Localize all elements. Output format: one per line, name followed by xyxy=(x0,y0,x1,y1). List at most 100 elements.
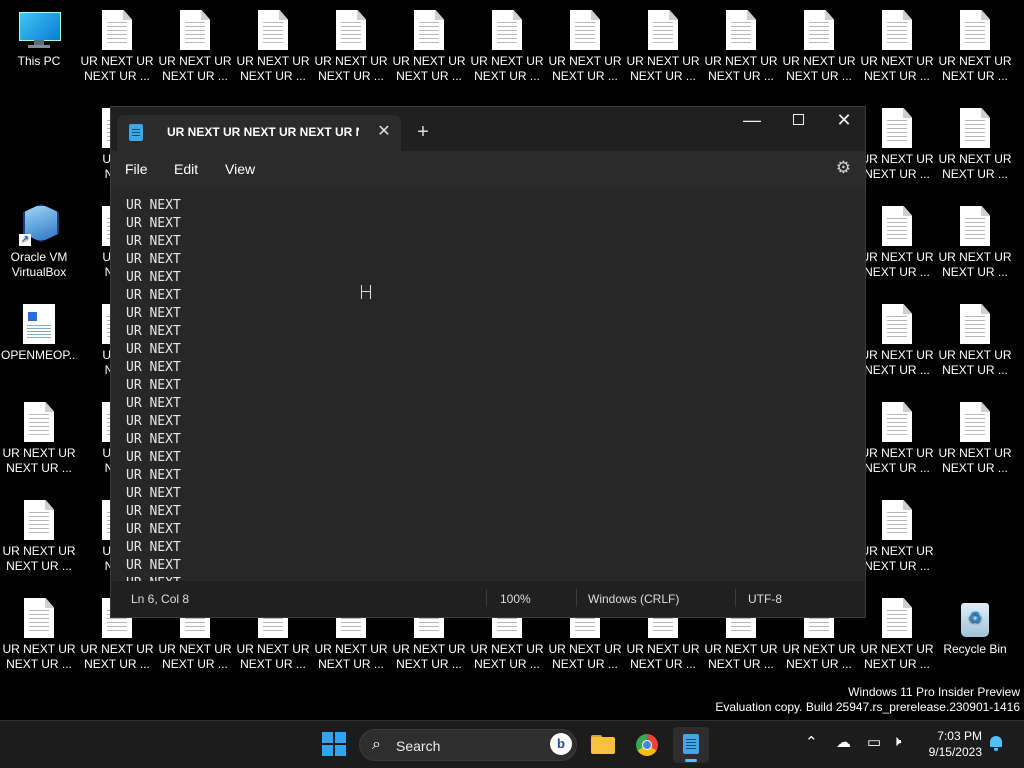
volume-muted-icon[interactable]: 🕨 xyxy=(892,733,901,750)
text-file-shortcut[interactable]: UR NEXT UR NEXT UR ... xyxy=(937,196,1013,288)
title-bar[interactable]: UR NEXT UR NEXT UR NEXT UR NE ✕ + — ✕ xyxy=(111,107,865,151)
desktop-icon-label: UR NEXT UR NEXT UR ... xyxy=(860,54,934,83)
text-line: UR NEXT xyxy=(126,288,181,303)
text-line: UR NEXT xyxy=(126,504,181,519)
text-file-shortcut[interactable]: UR NEXT UR NEXT UR ... xyxy=(859,294,935,386)
bing-icon[interactable]: b xyxy=(550,733,572,755)
text-file-icon xyxy=(882,402,912,442)
text-file-icon xyxy=(960,108,990,148)
text-file-shortcut[interactable]: UR NEXT UR NEXT UR ... xyxy=(547,0,623,92)
text-file-icon xyxy=(492,10,522,50)
text-file-icon xyxy=(960,206,990,246)
text-file-icon xyxy=(648,10,678,50)
desktop-icon-label: UR NEXT UR NEXT UR ... xyxy=(704,642,778,671)
text-file-shortcut[interactable]: UR NEXT UR NEXT UR ... xyxy=(625,0,701,92)
desktop-icon-label: UR NEXT UR NEXT UR ... xyxy=(938,348,1012,377)
text-file-shortcut[interactable]: UR NEXT UR NEXT UR ... xyxy=(469,0,545,92)
maximize-button[interactable] xyxy=(775,107,821,133)
desktop-icon-label: UR NEXT UR NEXT UR ... xyxy=(626,54,700,83)
new-tab-button[interactable]: + xyxy=(411,120,435,144)
text-file-shortcut[interactable]: UR NEXT UR NEXT UR ... xyxy=(859,196,935,288)
text-line: UR NEXT xyxy=(126,378,181,393)
text-file-shortcut[interactable]: UR NEXT UR NEXT UR ... xyxy=(937,294,1013,386)
text-editor[interactable]: UR NEXT UR NEXT UR NEXT UR NEXT UR NEXT UR NE… xyxy=(111,187,865,583)
chevron-up-icon[interactable]: ⌃ xyxy=(805,733,818,751)
close-button[interactable]: ✕ xyxy=(821,107,867,133)
text-file-shortcut[interactable]: UR NEXT UR NEXT UR ... xyxy=(157,0,233,92)
virtualbox-shortcut[interactable]: ↗ Oracle VM VirtualBox xyxy=(1,196,77,288)
status-bar: Ln 6, Col 8 100% Windows (CRLF) UTF-8 xyxy=(111,581,865,617)
text-file-shortcut[interactable]: UR NEXT UR NEXT UR ... xyxy=(1,392,77,484)
encoding[interactable]: UTF-8 xyxy=(748,592,782,606)
text-file-shortcut[interactable]: UR NEXT UR NEXT UR ... xyxy=(859,98,935,190)
text-file-icon xyxy=(882,304,912,344)
desktop-icon-label: UR NEXT UR NEXT UR ... xyxy=(470,642,544,671)
text-file-shortcut[interactable]: UR NEXT UR NEXT UR ... xyxy=(703,0,779,92)
desktop-icon-label: UR NEXT UR NEXT UR ... xyxy=(158,54,232,83)
text-file-icon xyxy=(180,10,210,50)
text-file-shortcut[interactable]: UR NEXT UR NEXT UR ... xyxy=(391,0,467,92)
text-line: UR NEXT xyxy=(126,486,181,501)
clock[interactable]: 7:03 PM 9/15/2023 xyxy=(916,728,982,760)
text-line: UR NEXT xyxy=(126,360,181,375)
desktop-icon-label: UR NEXT UR NEXT UR ... xyxy=(782,642,856,671)
text-file-shortcut[interactable]: UR NEXT UR NEXT UR ... xyxy=(1,588,77,680)
menu-file[interactable]: File xyxy=(125,161,148,177)
desktop-icon-label: UR NEXT UR NEXT UR ... xyxy=(860,250,934,279)
tab-close-icon[interactable]: ✕ xyxy=(373,121,395,143)
text-line: UR NEXT xyxy=(126,306,181,321)
notepad-icon xyxy=(129,124,143,141)
minimize-button[interactable]: — xyxy=(729,107,775,133)
text-file-shortcut[interactable]: UR NEXT UR NEXT UR ... xyxy=(937,98,1013,190)
text-file-shortcut[interactable]: UR NEXT UR NEXT UR ... xyxy=(781,0,857,92)
text-file-shortcut[interactable]: UR NEXT UR NEXT UR ... xyxy=(859,0,935,92)
start-windows-icon[interactable] xyxy=(322,732,346,756)
line-ending[interactable]: Windows (CRLF) xyxy=(588,592,679,606)
text-file-icon xyxy=(882,500,912,540)
desktop-icon-label: Oracle VM VirtualBox xyxy=(10,250,68,279)
network-icon[interactable]: ▭ xyxy=(867,733,881,751)
desktop-icon-label: UR NEXT UR NEXT UR ... xyxy=(470,54,544,83)
text-file-shortcut[interactable]: UR NEXT UR NEXT UR ... xyxy=(1,490,77,582)
text-file-shortcut[interactable]: UR NEXT UR NEXT UR ... xyxy=(313,0,389,92)
settings-gear-icon[interactable]: ⚙ xyxy=(836,158,851,178)
desktop-icon-label: UR NEXT UR NEXT UR ... xyxy=(158,642,232,671)
chrome-icon[interactable] xyxy=(629,727,665,763)
desktop-icon-label: UR NEXT UR NEXT UR ... xyxy=(392,642,466,671)
text-file-shortcut[interactable]: UR NEXT UR NEXT UR ... xyxy=(937,0,1013,92)
notification-bell-icon[interactable] xyxy=(988,734,1004,752)
zoom-level[interactable]: 100% xyxy=(500,592,531,606)
this-pc-shortcut[interactable]: This PC xyxy=(1,0,77,92)
notepad-taskbar-icon[interactable] xyxy=(673,727,709,763)
text-file-shortcut[interactable]: UR NEXT UR NEXT UR ... xyxy=(937,392,1013,484)
desktop-icon-label: UR NEXT UR NEXT UR ... xyxy=(80,642,154,671)
recycle-bin-shortcut[interactable]: ♻ Recycle Bin xyxy=(937,588,1013,680)
taskbar-search[interactable]: ⌕ Search b xyxy=(359,729,577,761)
odt-document-icon xyxy=(23,304,55,344)
text-file-shortcut[interactable]: UR NEXT UR NEXT UR ... xyxy=(859,490,935,582)
text-file-shortcut[interactable]: UR NEXT UR NEXT UR ... xyxy=(859,588,935,680)
onedrive-cloud-icon[interactable]: ☁ xyxy=(836,733,851,751)
text-file-icon xyxy=(258,10,288,50)
desktop-icon-label: UR NEXT UR NEXT UR ... xyxy=(236,54,310,83)
text-file-shortcut[interactable]: UR NEXT UR NEXT UR ... xyxy=(79,0,155,92)
openmeop-shortcut[interactable]: OPENMEOP... xyxy=(1,294,77,386)
desktop-icon-label: UR NEXT UR NEXT UR ... xyxy=(938,250,1012,279)
status-divider xyxy=(486,589,487,607)
menu-view[interactable]: View xyxy=(225,161,255,177)
menu-edit[interactable]: Edit xyxy=(174,161,198,177)
text-file-shortcut[interactable]: UR NEXT UR NEXT UR ... xyxy=(859,392,935,484)
editor-text: UR NEXT UR NEXT UR NEXT UR NEXT UR NEXT UR NE… xyxy=(126,197,181,583)
text-file-icon xyxy=(726,10,756,50)
desktop-icon-label: UR NEXT UR NEXT UR ... xyxy=(626,642,700,671)
text-line: UR NEXT xyxy=(126,450,181,465)
file-explorer-icon[interactable] xyxy=(585,727,621,763)
text-line: UR NEXT xyxy=(126,234,181,249)
text-file-shortcut[interactable]: UR NEXT UR NEXT UR ... xyxy=(235,0,311,92)
text-line: UR NEXT xyxy=(126,540,181,555)
text-file-icon xyxy=(414,10,444,50)
document-tab[interactable]: UR NEXT UR NEXT UR NEXT UR NE ✕ xyxy=(117,115,401,151)
desktop-icon-label: UR NEXT UR NEXT UR ... xyxy=(860,544,934,573)
text-line: UR NEXT xyxy=(126,198,181,213)
desktop-icon-label: UR NEXT UR NEXT UR ... xyxy=(860,642,934,671)
